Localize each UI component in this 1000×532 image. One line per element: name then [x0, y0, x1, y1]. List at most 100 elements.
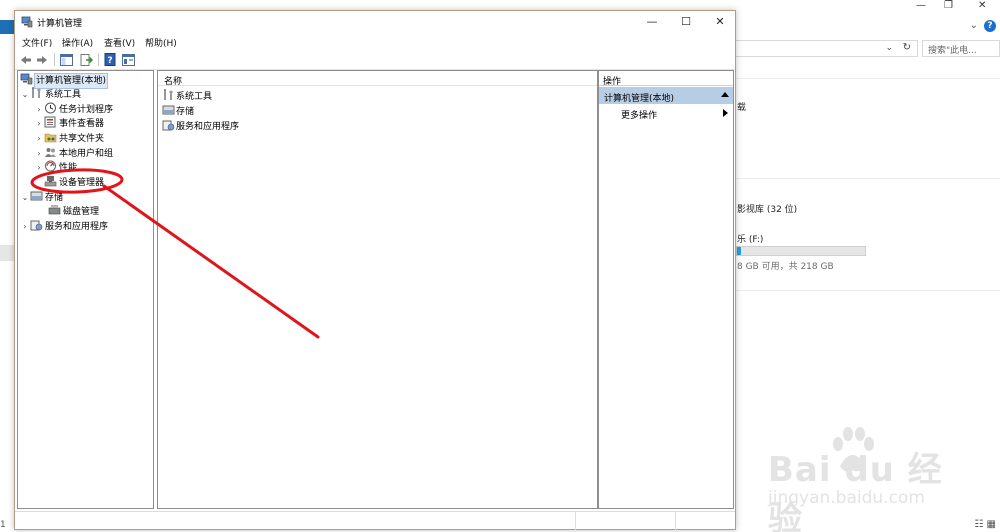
- more-actions-item[interactable]: 更多操作: [621, 108, 657, 121]
- forward-arrow-icon[interactable]: [34, 52, 50, 67]
- watermark-main-text: Bai du 经验: [768, 450, 943, 532]
- menu-file[interactable]: 文件(F): [22, 36, 52, 49]
- export-list-icon[interactable]: [78, 52, 94, 67]
- computer-management-icon: [20, 73, 33, 85]
- drive-usage-fill: [737, 247, 741, 255]
- actions-section-label: 计算机管理(本地): [604, 94, 675, 104]
- list-item-label: 系统工具: [176, 92, 213, 102]
- tree-item-label: 性能: [59, 163, 78, 173]
- actions-section-computer-management[interactable]: 计算机管理(本地): [599, 87, 733, 104]
- tree-item-local-users[interactable]: › 本地用户和组: [34, 146, 113, 160]
- actions-header-label: 操作: [603, 77, 622, 87]
- tree-item-services-apps[interactable]: › 服务和应用程序: [20, 219, 108, 233]
- back-arrow-icon[interactable]: [18, 52, 34, 67]
- background-minimize-button[interactable]: —: [916, 0, 926, 11]
- background-status-count: 1: [0, 520, 6, 530]
- list-item-label: 存储: [176, 107, 195, 117]
- console-tree-pane[interactable]: 计算机管理(本地) ⌄ 系统工具 › 任务计划程序 › 事件查看器 › 共享文件夹 › 本…: [17, 70, 154, 509]
- background-divider: [736, 178, 1000, 179]
- address-dropdown-icon[interactable]: ⌄: [885, 43, 893, 53]
- computer-management-window: 计算机管理 — ☐ ✕ 文件(F) 操作(A) 查看(V) 帮助(H) ? 计算…: [14, 10, 736, 530]
- disk-icon: [48, 205, 61, 215]
- chevron-down-icon[interactable]: ⌄: [970, 20, 978, 31]
- background-restore-button[interactable]: ❐: [944, 0, 953, 11]
- tree-item-shared-folders[interactable]: › 共享文件夹: [34, 131, 104, 145]
- chevron-right-icon[interactable]: ›: [34, 117, 44, 131]
- content-pane[interactable]: 名称 系统工具 存储 服务和应用程序: [157, 70, 598, 509]
- properties-icon[interactable]: [120, 52, 136, 67]
- toolbar-separator: [98, 53, 99, 66]
- help-icon[interactable]: ?: [984, 20, 996, 32]
- title-bar[interactable]: 计算机管理 — ☐ ✕: [15, 11, 735, 33]
- storage-icon: [30, 191, 43, 201]
- background-search-input[interactable]: 搜索"此电...: [922, 40, 1000, 57]
- tree-item-label: 本地用户和组: [59, 149, 114, 159]
- background-divider: [736, 290, 1000, 291]
- tree-item-label: 系统工具: [45, 90, 82, 100]
- background-drive-label[interactable]: 乐 (F:): [737, 232, 763, 245]
- submenu-arrow-icon[interactable]: [723, 109, 728, 117]
- refresh-icon[interactable]: ↻: [903, 42, 911, 53]
- computer-management-icon: [21, 16, 33, 28]
- list-item[interactable]: 系统工具: [162, 89, 212, 103]
- background-view-icons[interactable]: ☷ ▦: [974, 519, 996, 530]
- tools-icon: [32, 87, 41, 98]
- background-address-bar[interactable]: ⌄ ↻: [736, 40, 918, 57]
- tree-item-label: 任务计划程序: [59, 105, 114, 115]
- minimize-button[interactable]: —: [635, 11, 669, 33]
- collapse-up-icon[interactable]: [721, 92, 729, 97]
- tree-item-label: 设备管理器: [59, 178, 105, 188]
- background-snippet-2[interactable]: 影视库 (32 位): [737, 202, 797, 215]
- watermark-url: jingyan.baidu.com: [768, 488, 925, 508]
- background-left-strip: [0, 245, 14, 261]
- tree-item-performance[interactable]: › 性能: [34, 160, 77, 174]
- background-close-button[interactable]: ✕: [978, 0, 986, 11]
- performance-icon: [45, 160, 56, 172]
- close-button[interactable]: ✕: [703, 11, 737, 33]
- tree-item-label: 计算机管理(本地): [33, 73, 109, 89]
- column-header-label: 名称: [164, 77, 183, 87]
- maximize-button[interactable]: ☐: [669, 11, 703, 33]
- tree-item-device-manager[interactable]: 设备管理器: [44, 175, 104, 189]
- list-item-label: 服务和应用程序: [176, 122, 240, 132]
- show-hide-console-tree-icon[interactable]: [58, 52, 74, 67]
- chevron-right-icon[interactable]: ›: [34, 161, 44, 175]
- chevron-down-icon[interactable]: ⌄: [20, 191, 30, 205]
- help-book-icon[interactable]: ?: [102, 52, 118, 67]
- event-log-icon: [44, 116, 56, 128]
- background-drive-space: 8 GB 可用，共 218 GB: [737, 262, 834, 272]
- tools-icon: [164, 89, 173, 100]
- chevron-right-icon[interactable]: ›: [20, 220, 30, 234]
- tree-item-label: 共享文件夹: [59, 134, 105, 144]
- tree-item-event-viewer[interactable]: › 事件查看器: [34, 116, 104, 130]
- chevron-down-icon[interactable]: ⌄: [20, 88, 30, 102]
- menu-view[interactable]: 查看(V): [104, 36, 135, 49]
- chevron-right-icon[interactable]: ›: [34, 147, 44, 161]
- toolbar: ?: [15, 50, 735, 70]
- list-item[interactable]: 存储: [162, 104, 194, 118]
- tree-item-system-tools[interactable]: ⌄ 系统工具: [20, 87, 81, 101]
- users-icon: [45, 148, 56, 157]
- tree-item-task-scheduler[interactable]: › 任务计划程序: [34, 102, 113, 116]
- background-divider: [736, 78, 1000, 79]
- device-manager-icon: [44, 176, 57, 187]
- actions-pane[interactable]: 操作 计算机管理(本地) 更多操作: [598, 70, 734, 509]
- services-icon: [30, 220, 43, 231]
- svg-text:?: ?: [107, 56, 112, 66]
- status-segment: [575, 512, 675, 530]
- column-header-name[interactable]: 名称: [158, 71, 597, 87]
- menu-action[interactable]: 操作(A): [62, 36, 93, 49]
- storage-icon: [162, 105, 175, 115]
- menu-help[interactable]: 帮助(H): [145, 36, 177, 49]
- background-explorer-icon: [0, 20, 14, 34]
- toolbar-separator: [54, 53, 55, 66]
- baidu-watermark: Bai du 经验 jingyan.baidu.com: [768, 427, 968, 532]
- tree-item-disk-management[interactable]: 磁盘管理: [48, 204, 99, 218]
- tree-item-storage[interactable]: ⌄ 存储: [20, 190, 63, 204]
- list-item[interactable]: 服务和应用程序: [162, 119, 239, 133]
- chevron-right-icon[interactable]: ›: [34, 132, 44, 146]
- background-snippet-1: 载: [737, 103, 747, 113]
- chevron-right-icon[interactable]: ›: [34, 103, 44, 117]
- tree-item-root[interactable]: 计算机管理(本地): [20, 73, 109, 89]
- menu-bar: 文件(F) 操作(A) 查看(V) 帮助(H): [15, 33, 735, 50]
